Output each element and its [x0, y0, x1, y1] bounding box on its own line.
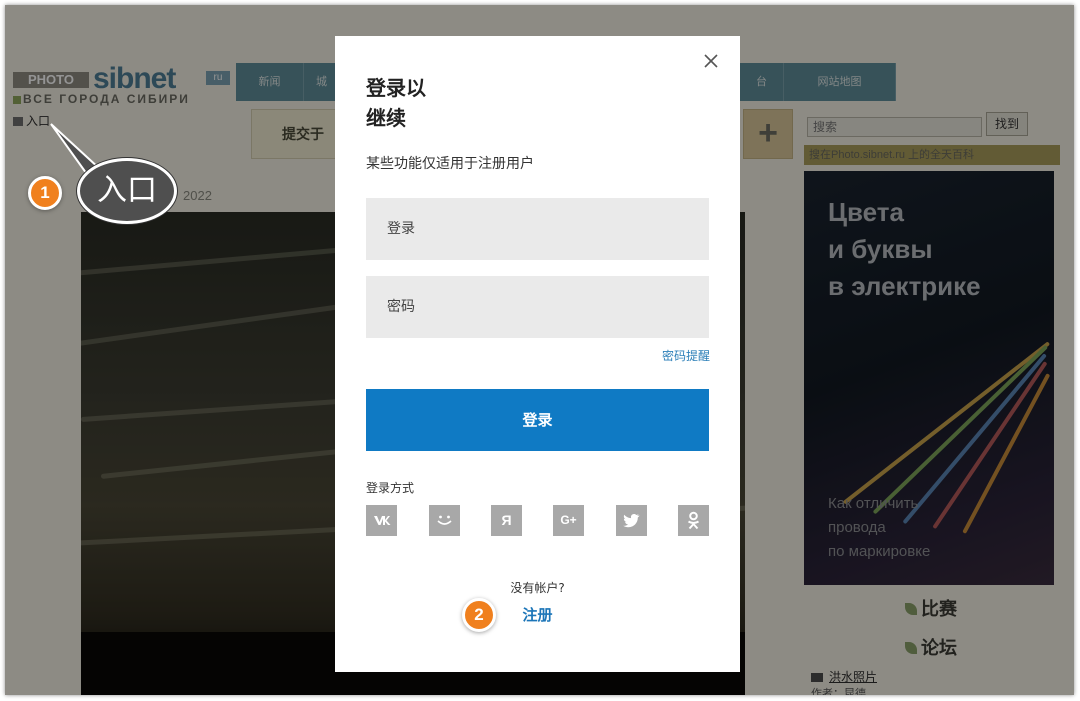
browser-viewport: PHOTO sibnet ru ВСЕ ГОРОДА СИБИРИ 新闻 城 台…: [5, 5, 1074, 695]
modal-title-line: 继续: [366, 106, 406, 130]
step-badge-1: 1: [28, 176, 62, 210]
login-methods-label: 登录方式: [366, 481, 415, 495]
close-icon: [704, 54, 718, 68]
close-button[interactable]: [702, 52, 722, 72]
google-plus-login-button[interactable]: G+: [553, 505, 584, 536]
yandex-login-button[interactable]: Я: [491, 505, 522, 536]
login-modal: 登录以 继续 某些功能仅适用于注册用户 密码提醒 登录 登录方式 Я G+: [335, 36, 740, 672]
odnoklassniki-icon: [687, 511, 700, 530]
forgot-password-link[interactable]: 密码提醒: [662, 347, 710, 364]
login-button[interactable]: 登录: [366, 389, 709, 451]
callout-bubble: 入口: [77, 158, 177, 224]
login-field[interactable]: [366, 198, 709, 260]
password-field[interactable]: [366, 276, 709, 338]
smile-icon: [437, 515, 452, 525]
twitter-login-button[interactable]: [616, 505, 647, 536]
modal-title-line: 登录以: [366, 76, 426, 100]
mailru-login-button[interactable]: [429, 505, 460, 536]
step-badge-2: 2: [462, 598, 496, 632]
modal-subtitle: 某些功能仅适用于注册用户: [366, 156, 534, 172]
vk-login-button[interactable]: [366, 505, 397, 536]
vk-icon: [374, 516, 391, 525]
odnoklassniki-login-button[interactable]: [678, 505, 709, 536]
no-account-text: 没有帐户?: [510, 581, 565, 595]
modal-title: 登录以 继续: [366, 73, 566, 133]
register-link[interactable]: 注册: [335, 604, 740, 625]
twitter-bird-icon: [623, 513, 640, 528]
